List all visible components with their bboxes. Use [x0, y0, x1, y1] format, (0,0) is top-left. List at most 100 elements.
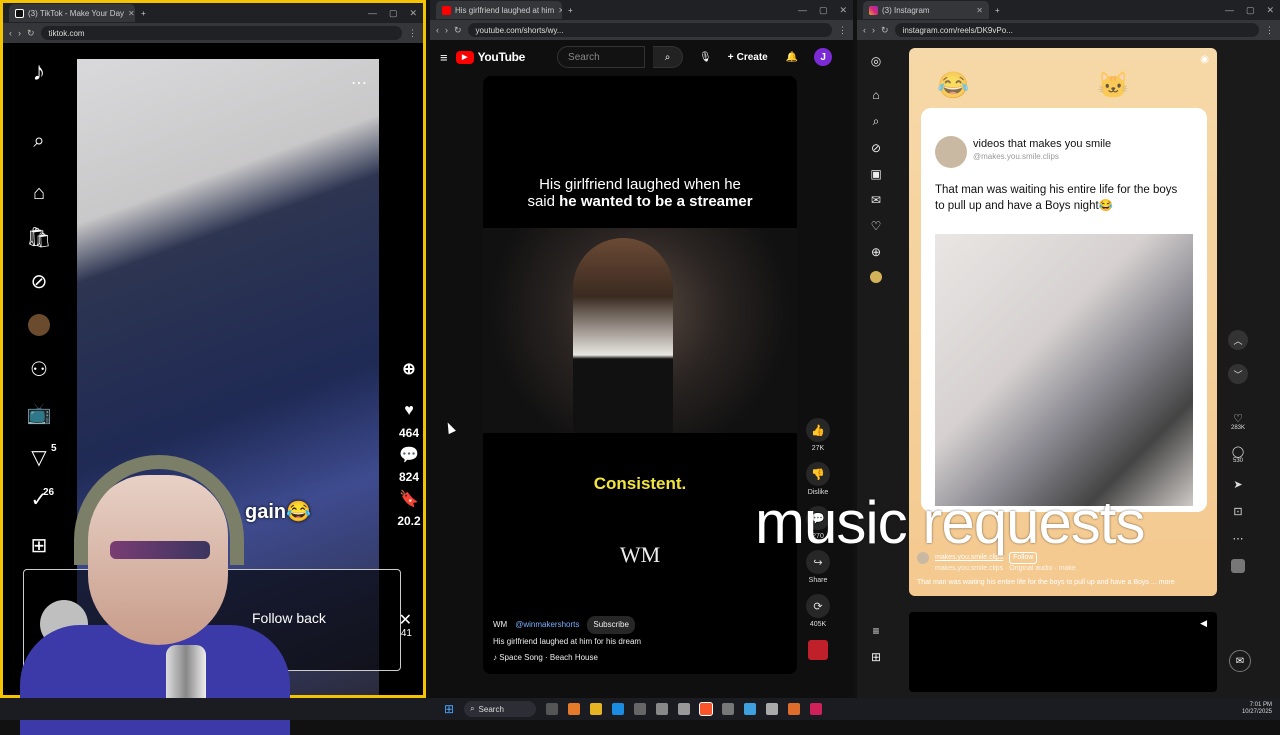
reload-icon[interactable]: ↻: [881, 25, 889, 36]
brave-icon[interactable]: [699, 702, 714, 716]
reload-icon[interactable]: ↻: [27, 28, 35, 39]
profile-avatar[interactable]: [870, 271, 882, 283]
instagram-tab[interactable]: (3) Instagram ✕: [863, 1, 989, 19]
close-tab-icon[interactable]: ✕: [128, 9, 135, 18]
forward-icon[interactable]: ›: [872, 25, 875, 35]
menu-icon[interactable]: ≡: [440, 50, 448, 65]
also-from-meta-icon[interactable]: ⊞: [871, 650, 881, 664]
back-icon[interactable]: ‹: [863, 25, 866, 35]
add-icon[interactable]: ⊕: [402, 358, 415, 380]
avatar[interactable]: J: [814, 48, 833, 66]
minimize-icon[interactable]: —: [1225, 5, 1234, 16]
subscribe-button[interactable]: Subscribe: [587, 616, 635, 634]
shop-icon[interactable]: 🛍: [25, 223, 53, 251]
taskbar-search[interactable]: ⌕ Search: [464, 701, 537, 717]
close-icon[interactable]: ✕: [399, 610, 412, 630]
file-explorer-icon[interactable]: [590, 703, 603, 715]
close-window-icon[interactable]: ✕: [1266, 5, 1274, 16]
back-icon[interactable]: ‹: [9, 28, 12, 38]
task-view-icon[interactable]: [546, 703, 559, 715]
firefox-icon[interactable]: [568, 703, 581, 715]
reel-audio[interactable]: makes.you.smile.clips · Original audio ·…: [917, 564, 1175, 574]
previous-reel-button[interactable]: ︿: [1228, 330, 1248, 350]
create-button[interactable]: + Create: [728, 52, 768, 63]
app-icon-6[interactable]: [810, 703, 823, 715]
forward-icon[interactable]: ›: [18, 28, 21, 38]
new-tab-icon[interactable]: +: [141, 9, 146, 18]
app-icon-3[interactable]: [744, 703, 757, 715]
close-tab-icon[interactable]: ✕: [976, 6, 983, 15]
more-menu-icon[interactable]: ≡: [872, 624, 879, 638]
audio-thumbnail[interactable]: [808, 640, 828, 660]
short-description[interactable]: His girlfriend laughed at him for his dr…: [493, 634, 641, 650]
extensions-icon[interactable]: ⋮: [408, 28, 417, 39]
home-icon[interactable]: ⌂: [872, 88, 879, 102]
short-music[interactable]: ♪ Space Song · Beach House: [493, 650, 641, 666]
youtube-tab[interactable]: His girlfriend laughed at him ✕: [436, 1, 562, 19]
like-button[interactable]: 👍: [806, 418, 830, 442]
settings-icon[interactable]: [656, 703, 669, 715]
create-icon[interactable]: ⊕: [871, 245, 881, 259]
new-tab-icon[interactable]: +: [568, 6, 573, 15]
like-icon[interactable]: ♥: [404, 400, 414, 422]
more-link[interactable]: ... more: [1151, 579, 1175, 586]
youtube-logo[interactable]: ▶ YouTube: [455, 50, 525, 64]
notifications-icon[interactable]: 🔔: [786, 52, 798, 63]
app-icon[interactable]: [634, 703, 647, 715]
messages-icon[interactable]: ✉: [871, 193, 881, 207]
search-icon[interactable]: ⌕: [873, 114, 880, 129]
app-icon-4[interactable]: [766, 703, 779, 715]
start-icon[interactable]: ⊞: [444, 702, 454, 716]
minimize-icon[interactable]: —: [368, 8, 377, 19]
comment-icon[interactable]: ◯: [1232, 445, 1244, 458]
close-window-icon[interactable]: ✕: [409, 8, 417, 19]
close-tab-icon[interactable]: ✕: [558, 6, 562, 15]
dislike-button[interactable]: 👎: [806, 462, 830, 486]
audio-thumbnail[interactable]: [1231, 559, 1245, 573]
app-icon-2[interactable]: [722, 703, 735, 715]
like-icon[interactable]: ♡: [1233, 412, 1243, 425]
mic-icon[interactable]: 🎙: [699, 52, 712, 63]
extensions-icon[interactable]: ⋮: [1265, 25, 1274, 36]
notifications-icon[interactable]: ♡: [871, 219, 882, 233]
bookmark-icon[interactable]: 🔖: [399, 488, 419, 510]
more-options-icon[interactable]: ⋯: [351, 73, 367, 93]
forward-icon[interactable]: ›: [445, 25, 448, 35]
tiktok-logo-icon[interactable]: ♪: [25, 56, 53, 86]
search-icon[interactable]: ⌕: [25, 127, 53, 155]
tiktok-url-field[interactable]: tiktok.com: [40, 26, 402, 40]
extensions-icon[interactable]: ⋮: [838, 25, 847, 36]
youtube-url-field[interactable]: youtube.com/shorts/wy...: [467, 23, 832, 37]
mute-icon[interactable]: ◀: [1200, 618, 1207, 629]
close-window-icon[interactable]: ✕: [839, 5, 847, 16]
share-icon[interactable]: ➤: [1233, 478, 1242, 491]
search-input[interactable]: Search: [557, 46, 646, 68]
maximize-icon[interactable]: ▢: [389, 8, 398, 19]
next-reel-button[interactable]: ﹀: [1228, 364, 1248, 384]
edge-icon[interactable]: [612, 703, 625, 715]
save-icon[interactable]: ⊡: [1233, 505, 1242, 518]
mute-icon[interactable]: ◉: [1200, 54, 1209, 65]
messenger-icon[interactable]: ✉: [1229, 650, 1251, 672]
new-tab-icon[interactable]: +: [995, 6, 1000, 15]
comment-icon[interactable]: 💬: [399, 444, 419, 466]
search-button[interactable]: ⌕: [653, 46, 684, 68]
remix-button[interactable]: ⟳: [806, 594, 830, 618]
back-icon[interactable]: ‹: [436, 25, 439, 35]
avatar-icon[interactable]: [25, 311, 53, 339]
more-icon[interactable]: ⋯: [1233, 532, 1244, 545]
following-icon[interactable]: ⚇: [25, 355, 53, 383]
maximize-icon[interactable]: ▢: [819, 5, 828, 16]
next-reel-preview[interactable]: ◀: [909, 612, 1217, 692]
minimize-icon[interactable]: —: [798, 5, 807, 16]
live-icon[interactable]: 📺: [25, 399, 53, 427]
channel-name[interactable]: @winmakershorts: [515, 617, 579, 633]
reload-icon[interactable]: ↻: [454, 25, 462, 36]
explore-icon[interactable]: ⊘: [871, 141, 881, 155]
tiktok-tab[interactable]: (3) TikTok - Make Your Day ✕: [9, 4, 135, 22]
clock[interactable]: 7:01 PM 10/27/2025: [1242, 702, 1272, 716]
instagram-url-field[interactable]: instagram.com/reels/DK9vPo...: [894, 23, 1259, 37]
explore-icon[interactable]: ⊘: [25, 267, 53, 295]
instagram-logo-icon[interactable]: ◎: [871, 54, 881, 68]
home-icon[interactable]: ⌂: [25, 179, 53, 207]
